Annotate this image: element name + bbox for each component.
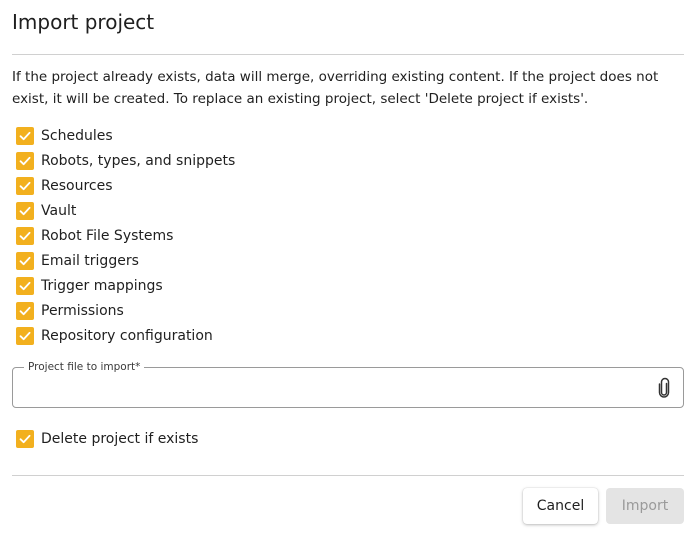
option-label: Trigger mappings xyxy=(41,277,163,294)
checkbox[interactable] xyxy=(16,251,34,270)
checkmark-icon xyxy=(19,206,31,215)
checkbox[interactable] xyxy=(16,226,34,245)
checkbox[interactable] xyxy=(16,176,34,195)
option-label: Resources xyxy=(41,177,113,194)
option-email-triggers[interactable]: Email triggers xyxy=(16,248,235,273)
dialog-title: Import project xyxy=(12,10,155,34)
checkbox[interactable] xyxy=(16,301,34,320)
option-robot-file-systems[interactable]: Robot File Systems xyxy=(16,223,235,248)
project-file-input[interactable]: Project file to import* xyxy=(12,360,684,408)
checkbox[interactable] xyxy=(16,326,34,345)
option-label: Permissions xyxy=(41,302,124,319)
paperclip-icon[interactable] xyxy=(657,377,671,399)
checkmark-icon xyxy=(19,231,31,240)
footer-divider xyxy=(12,475,684,476)
header-divider xyxy=(12,54,684,55)
option-repository-configuration[interactable]: Repository configuration xyxy=(16,323,235,348)
checkbox[interactable] xyxy=(16,429,34,448)
checkbox[interactable] xyxy=(16,276,34,295)
option-label: Repository configuration xyxy=(41,327,213,344)
option-label: Vault xyxy=(41,202,77,219)
option-label: Email triggers xyxy=(41,252,139,269)
checkmark-icon xyxy=(19,181,31,190)
checkmark-icon xyxy=(19,156,31,165)
option-resources[interactable]: Resources xyxy=(16,173,235,198)
dialog-description: If the project already exists, data will… xyxy=(12,69,659,107)
delete-project-option[interactable]: Delete project if exists xyxy=(16,426,198,451)
checkbox[interactable] xyxy=(16,126,34,145)
option-label: Robots, types, and snippets xyxy=(41,152,236,169)
option-vault[interactable]: Vault xyxy=(16,198,235,223)
import-project-dialog: Import project If the project already ex… xyxy=(0,0,692,534)
import-button[interactable]: Import xyxy=(606,488,684,524)
checkmark-icon xyxy=(19,434,31,443)
option-permissions[interactable]: Permissions xyxy=(16,298,235,323)
checkmark-icon xyxy=(19,306,31,315)
project-file-label: Project file to import* xyxy=(24,360,145,374)
checkbox[interactable] xyxy=(16,151,34,170)
checkmark-icon xyxy=(19,256,31,265)
option-label: Schedules xyxy=(41,127,113,144)
option-schedules[interactable]: Schedules xyxy=(16,123,235,148)
option-label: Robot File Systems xyxy=(41,227,174,244)
cancel-button[interactable]: Cancel xyxy=(523,488,598,524)
import-options-list: Schedules Robots, types, and snippets Re… xyxy=(16,123,235,348)
checkmark-icon xyxy=(19,331,31,340)
delete-project-label: Delete project if exists xyxy=(41,430,199,447)
checkmark-icon xyxy=(19,281,31,290)
option-robots-types-snippets[interactable]: Robots, types, and snippets xyxy=(16,148,235,173)
checkbox[interactable] xyxy=(16,201,34,220)
checkmark-icon xyxy=(19,131,31,140)
option-trigger-mappings[interactable]: Trigger mappings xyxy=(16,273,235,298)
